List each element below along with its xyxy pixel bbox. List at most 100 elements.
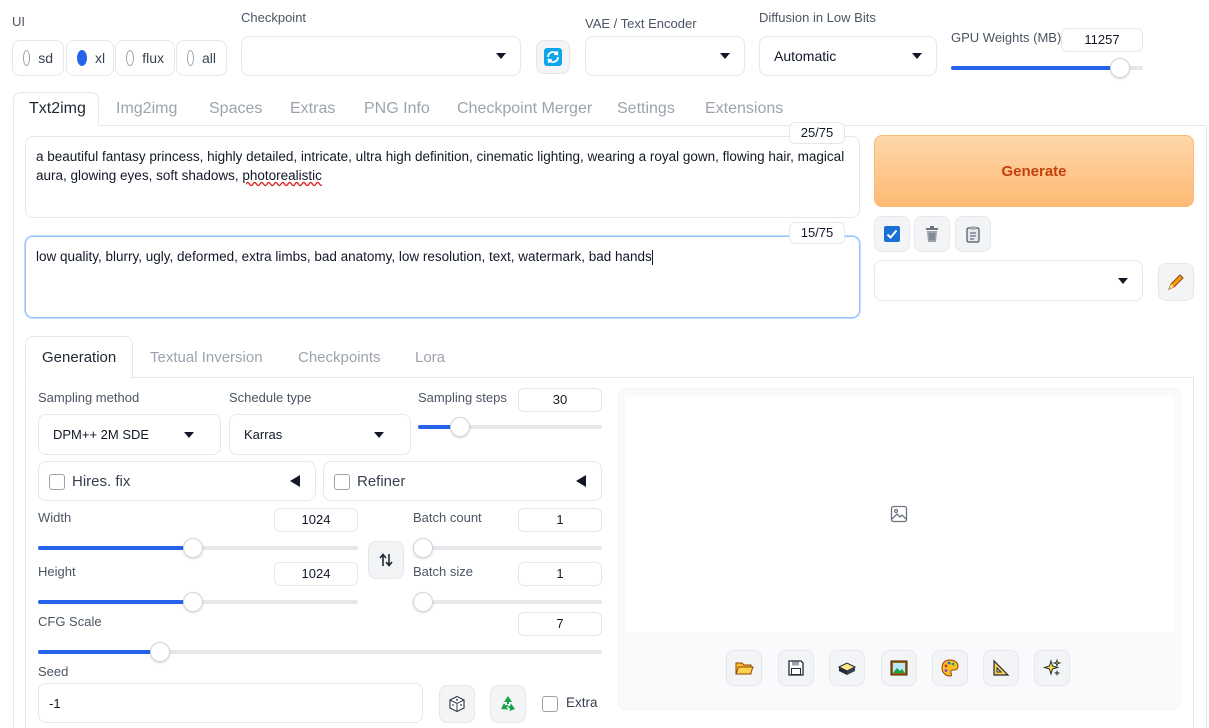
sampling-method-select[interactable]: DPM++ 2M SDE — [38, 414, 221, 455]
tab-spaces[interactable]: Spaces — [209, 100, 262, 118]
refiner-label: Refiner — [357, 473, 406, 490]
slider-thumb[interactable] — [413, 592, 433, 612]
folder-icon — [735, 662, 754, 675]
edit-styles-button[interactable] — [1158, 263, 1194, 301]
gpu-weights-input[interactable]: 11257 — [1061, 28, 1143, 52]
height-label: Height — [38, 564, 76, 579]
hires-fix-accordion[interactable]: Hires. fix — [38, 461, 316, 501]
chevron-down-icon — [184, 431, 194, 438]
slider-thumb[interactable] — [450, 417, 470, 437]
swap-dimensions-button[interactable] — [368, 541, 404, 579]
generate-button[interactable]: Generate — [874, 135, 1194, 207]
refresh-checkpoint-button[interactable] — [536, 40, 570, 74]
cfg-scale-input[interactable]: 7 — [518, 612, 602, 636]
sampling-steps-input[interactable]: 30 — [518, 388, 602, 412]
send-to-inpaint-button[interactable] — [932, 650, 968, 686]
schedule-type-select[interactable]: Karras — [229, 414, 411, 455]
subtab-lora[interactable]: Lora — [415, 349, 445, 366]
slider-thumb[interactable] — [413, 538, 433, 558]
tab-settings[interactable]: Settings — [617, 100, 675, 118]
batch-size-label: Batch size — [413, 564, 473, 579]
subtab-generation[interactable]: Generation — [42, 349, 116, 366]
tab-png-info[interactable]: PNG Info — [364, 100, 430, 118]
ui-radio-sd[interactable]: sd — [12, 40, 64, 76]
radio-label: flux — [142, 50, 164, 66]
tab-extensions[interactable]: Extensions — [705, 100, 783, 118]
chevron-down-icon — [720, 53, 730, 59]
trash-icon — [926, 226, 938, 242]
width-input[interactable]: 1024 — [274, 508, 358, 532]
paste-style-button[interactable] — [955, 216, 991, 252]
radio-icon — [126, 50, 135, 66]
slider-fill — [951, 66, 1120, 70]
batch-size-slider[interactable] — [413, 592, 602, 612]
slider-fill — [38, 546, 193, 550]
slider-fill — [38, 650, 160, 654]
vae-select[interactable] — [585, 36, 745, 76]
image-placeholder-icon — [890, 505, 908, 523]
slider-thumb[interactable] — [1110, 58, 1130, 78]
height-slider[interactable] — [38, 592, 358, 612]
save-button[interactable] — [778, 650, 814, 686]
diffusion-select[interactable]: Automatic — [759, 36, 937, 76]
ui-radio-all[interactable]: all — [176, 40, 227, 76]
schedule-type-value: Karras — [244, 427, 283, 442]
slider-thumb[interactable] — [150, 642, 170, 662]
tab-img2img[interactable]: Img2img — [116, 100, 177, 118]
sampling-steps-slider[interactable] — [418, 417, 602, 437]
height-input[interactable]: 1024 — [274, 562, 358, 586]
seed-input[interactable]: -1 — [38, 683, 423, 723]
subtab-textual-inversion[interactable]: Textual Inversion — [150, 349, 263, 366]
dice-icon — [449, 695, 465, 713]
slider-thumb[interactable] — [183, 592, 203, 612]
ui-radio-flux[interactable]: flux — [115, 40, 175, 76]
tab-extras[interactable]: Extras — [290, 100, 335, 118]
panel-left-border — [13, 125, 14, 728]
chevron-down-icon — [1118, 277, 1128, 284]
negative-prompt-text: low quality, blurry, ugly, deformed, ext… — [36, 249, 652, 264]
batch-count-input[interactable]: 1 — [518, 508, 602, 532]
chevron-down-icon — [912, 53, 922, 59]
cfg-scale-slider[interactable] — [38, 642, 602, 662]
tab-checkpoint-merger[interactable]: Checkpoint Merger — [457, 100, 592, 118]
batch-count-slider[interactable] — [413, 538, 602, 558]
refiner-accordion[interactable]: Refiner — [323, 461, 602, 501]
swap-icon — [379, 553, 393, 567]
styles-select[interactable] — [874, 260, 1143, 301]
checkbox-icon — [884, 226, 900, 242]
send-to-extras-button[interactable] — [983, 650, 1019, 686]
radio-label: all — [201, 50, 216, 66]
width-slider[interactable] — [38, 538, 358, 558]
sparkles-icon — [1042, 658, 1062, 677]
tab-txt2img[interactable]: Txt2img — [29, 100, 86, 118]
seed-label: Seed — [38, 664, 69, 679]
radio-label: xl — [95, 50, 106, 66]
refiner-checkbox[interactable] — [334, 474, 350, 490]
checkpoint-select[interactable] — [241, 36, 521, 76]
upscale-button[interactable] — [1034, 650, 1070, 686]
reuse-seed-button[interactable] — [490, 685, 526, 723]
hires-fix-checkbox[interactable] — [49, 474, 65, 490]
cfg-scale-label: CFG Scale — [38, 614, 102, 629]
send-to-img2img-button[interactable] — [881, 650, 917, 686]
gpu-weights-slider[interactable] — [951, 58, 1143, 78]
subtab-checkpoints[interactable]: Checkpoints — [298, 349, 381, 366]
read-params-button[interactable] — [874, 216, 910, 252]
negative-token-counter: 15/75 — [789, 222, 845, 244]
extra-seed-label: Extra — [566, 695, 598, 710]
recycle-icon — [501, 696, 515, 711]
batch-size-input[interactable]: 1 — [518, 562, 602, 586]
clear-prompt-button[interactable] — [914, 216, 950, 252]
positive-prompt-input[interactable]: a beautiful fantasy princess, highly det… — [25, 136, 860, 218]
diffusion-value: Automatic — [774, 48, 837, 64]
ui-radio-xl[interactable]: xl — [66, 40, 114, 76]
sampling-method-label: Sampling method — [38, 390, 140, 405]
zip-button[interactable] — [829, 650, 865, 686]
slider-thumb[interactable] — [183, 538, 203, 558]
sampling-steps-label: Sampling steps — [418, 390, 507, 405]
random-seed-button[interactable] — [439, 685, 475, 723]
extra-seed-checkbox[interactable] — [542, 696, 558, 712]
subtab-divider — [133, 377, 1194, 378]
open-folder-button[interactable] — [726, 650, 762, 686]
negative-prompt-input[interactable]: low quality, blurry, ugly, deformed, ext… — [25, 236, 860, 318]
